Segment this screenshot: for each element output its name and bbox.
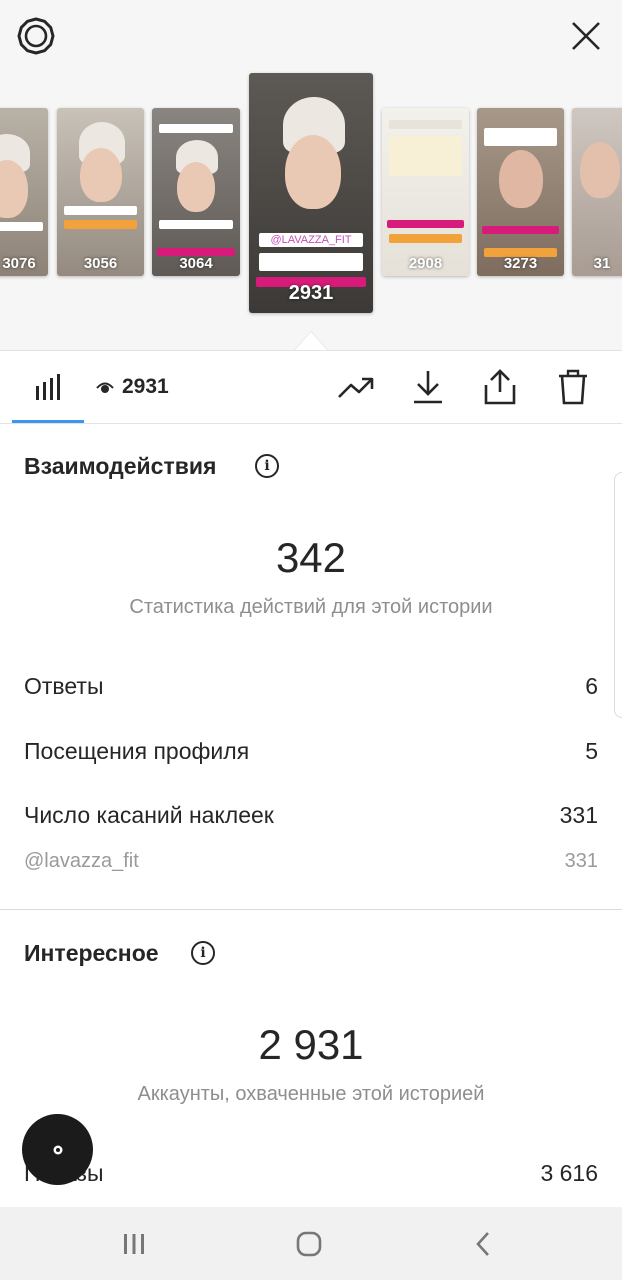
- delete-button[interactable]: [553, 367, 593, 407]
- recents-button[interactable]: [114, 1225, 154, 1263]
- bar-chart-icon: [36, 374, 60, 400]
- story-thumbnail[interactable]: 3064: [152, 108, 240, 276]
- system-navigation-bar: [0, 1207, 622, 1280]
- share-button[interactable]: [480, 367, 520, 407]
- back-icon: [476, 1232, 489, 1256]
- story-thumbnail-selected[interactable]: @LAVAZZA_FIT 2931: [249, 73, 373, 313]
- stat-row-profile-visits: Посещения профиля 5: [24, 738, 598, 765]
- active-tab-indicator: [12, 420, 84, 423]
- stat-label: Посещения профиля: [24, 738, 250, 764]
- story-thumbnail[interactable]: 31: [572, 108, 622, 276]
- info-icon[interactable]: i: [191, 941, 215, 965]
- interactions-total: 342: [275, 534, 347, 581]
- trash-icon: [559, 369, 587, 405]
- interactions-subtitle: Статистика действий для этой истории: [129, 596, 493, 618]
- floating-touch-button[interactable]: [22, 1114, 93, 1185]
- record-icon: [53, 1145, 62, 1154]
- story-thumbnails: 3076 3056 3064 @LAVAZZA_FIT 2931 2908 32…: [0, 0, 622, 350]
- home-button[interactable]: [289, 1225, 329, 1263]
- trending-up-icon: [338, 377, 374, 398]
- discovery-title: Интересное: [24, 940, 159, 966]
- story-thumbnail[interactable]: 3076: [0, 108, 48, 276]
- story-views: 3273: [503, 255, 538, 272]
- selection-pointer: [295, 332, 327, 350]
- stat-row-impressions: Показы 3 616: [24, 1160, 598, 1187]
- share-icon: [484, 369, 516, 405]
- insights-tab[interactable]: [28, 367, 68, 407]
- story-views: 2931: [288, 282, 334, 304]
- stat-row-sticker-mention: @lavazza_fit 331: [24, 850, 598, 873]
- scroll-indicator: [614, 472, 622, 718]
- stat-row-replies: Ответы 6: [24, 673, 598, 700]
- views-tab[interactable]: 2931: [96, 373, 169, 401]
- stat-label: Ответы: [24, 673, 104, 699]
- stat-value: 331: [564, 850, 598, 872]
- back-button[interactable]: [463, 1225, 503, 1263]
- story-views: 3056: [83, 255, 118, 272]
- story-views: 31: [593, 255, 611, 272]
- info-icon[interactable]: i: [255, 454, 279, 478]
- recents-icon: [124, 1234, 144, 1254]
- stat-value: 6: [585, 673, 598, 699]
- story-views: 3076: [2, 255, 36, 272]
- stat-row-sticker-taps: Число касаний наклеек 331: [24, 802, 598, 829]
- discovery-subtitle: Аккаунты, охваченные этой историей: [137, 1083, 485, 1105]
- story-views: 3064: [179, 255, 213, 272]
- story-views: 2908: [408, 255, 443, 272]
- stat-value: 3 616: [540, 1160, 598, 1186]
- stat-label: @lavazza_fit: [24, 850, 139, 872]
- story-caption: @LAVAZZA_FIT: [258, 233, 364, 247]
- discovery-total: 2 931: [258, 1021, 364, 1068]
- download-button[interactable]: [408, 367, 448, 407]
- story-thumbnail[interactable]: 2908: [382, 108, 469, 276]
- promote-button[interactable]: [336, 367, 376, 407]
- interactions-title: Взаимодействия: [24, 453, 217, 479]
- eye-icon: [96, 382, 114, 393]
- story-thumbnail[interactable]: 3056: [57, 108, 144, 276]
- stat-label: Число касаний наклеек: [24, 802, 274, 828]
- views-count: 2931: [122, 375, 169, 398]
- section-divider: [0, 909, 622, 910]
- download-icon: [414, 371, 442, 404]
- stat-value: 5: [585, 738, 598, 764]
- stat-value: 331: [559, 802, 598, 828]
- story-thumbnail[interactable]: 3273: [477, 108, 564, 276]
- story-toolbar: 2931: [0, 350, 622, 424]
- home-icon: [296, 1231, 322, 1257]
